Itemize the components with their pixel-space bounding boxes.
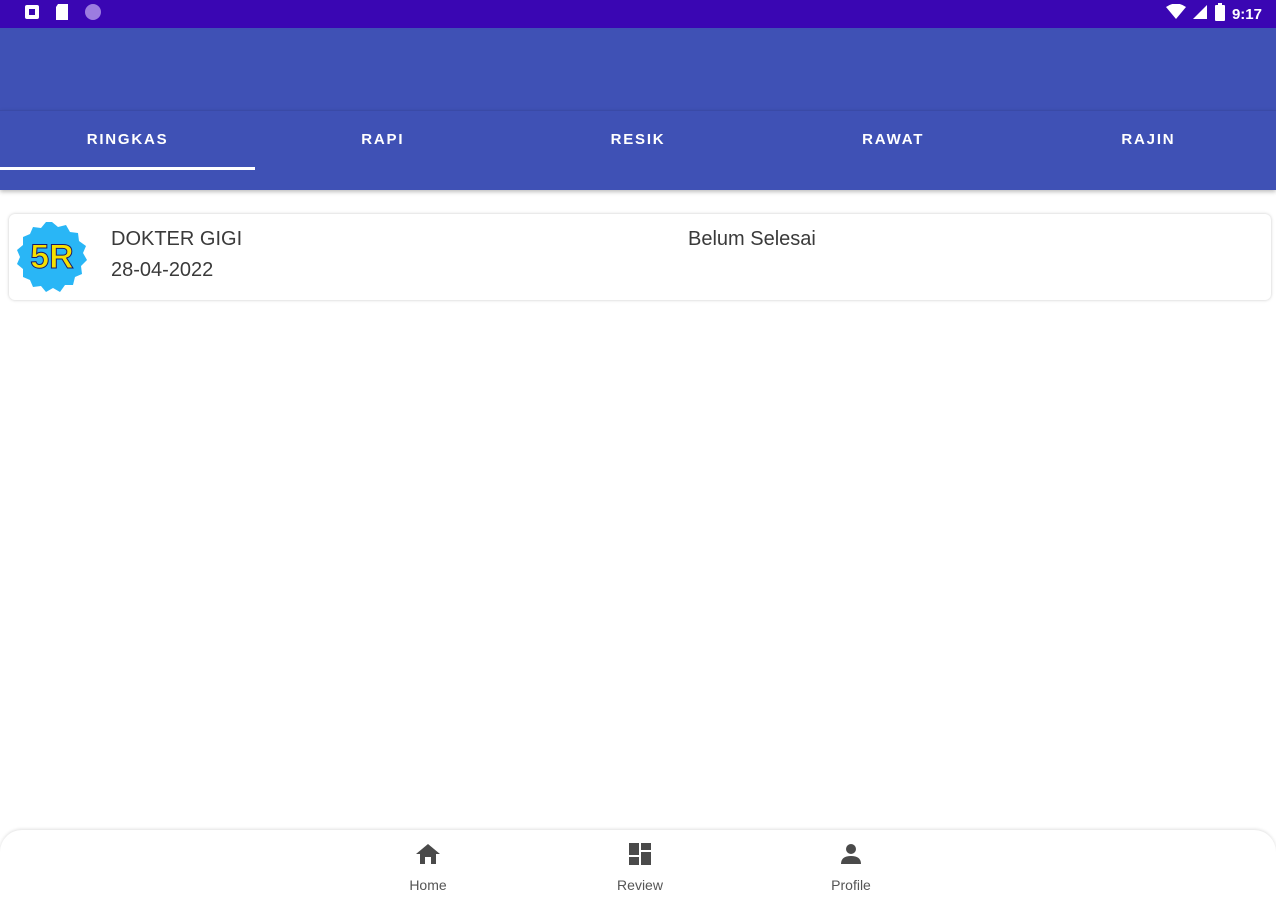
item-date: 28-04-2022 — [111, 259, 214, 281]
tab-rajin[interactable]: RAJIN — [1021, 111, 1276, 190]
nav-profile[interactable]: Profile — [806, 842, 896, 893]
sd-card-icon — [54, 3, 70, 26]
person-icon — [839, 842, 863, 871]
wifi-icon — [1165, 3, 1186, 24]
5r-logo-icon: 5R — [15, 220, 89, 294]
notification-icon — [24, 4, 40, 25]
bottom-navigation: Home Review Profile — [0, 830, 1276, 900]
app-bar — [0, 28, 1276, 110]
tab-resik[interactable]: RESIK — [510, 111, 765, 190]
nav-review[interactable]: Review — [595, 842, 685, 893]
status-bar-right: 9:17 — [1165, 3, 1262, 25]
tab-ringkas[interactable]: RINGKAS — [0, 111, 256, 190]
tab-rawat[interactable]: RAWAT — [766, 111, 1021, 190]
tab-bar: RINGKAS RAPI RESIK RAWAT RAJIN — [0, 110, 1276, 190]
circle-app-icon — [84, 3, 102, 26]
clock: 9:17 — [1231, 5, 1262, 23]
status-text: Belum Selesai — [688, 228, 816, 250]
nav-home[interactable]: Home — [383, 842, 473, 893]
status-bar-left — [24, 3, 102, 26]
signal-icon — [1192, 4, 1208, 24]
tab-rapi[interactable]: RAPI — [255, 111, 510, 190]
home-icon — [415, 842, 441, 871]
nav-review-label: Review — [617, 877, 663, 893]
nav-home-label: Home — [409, 877, 447, 893]
nav-profile-label: Profile — [831, 877, 871, 893]
list-item[interactable]: 5R DOKTER GIGI 28-04-2022 Belum Selesai — [9, 214, 1271, 300]
status-bar: 9:17 — [0, 0, 1276, 28]
battery-icon — [1214, 3, 1226, 25]
item-name: DOKTER GIGI — [111, 228, 243, 250]
dashboard-icon — [628, 842, 652, 871]
logo-text: 5R — [30, 238, 73, 276]
main-content: 5R DOKTER GIGI 28-04-2022 Belum Selesai — [0, 190, 1276, 830]
